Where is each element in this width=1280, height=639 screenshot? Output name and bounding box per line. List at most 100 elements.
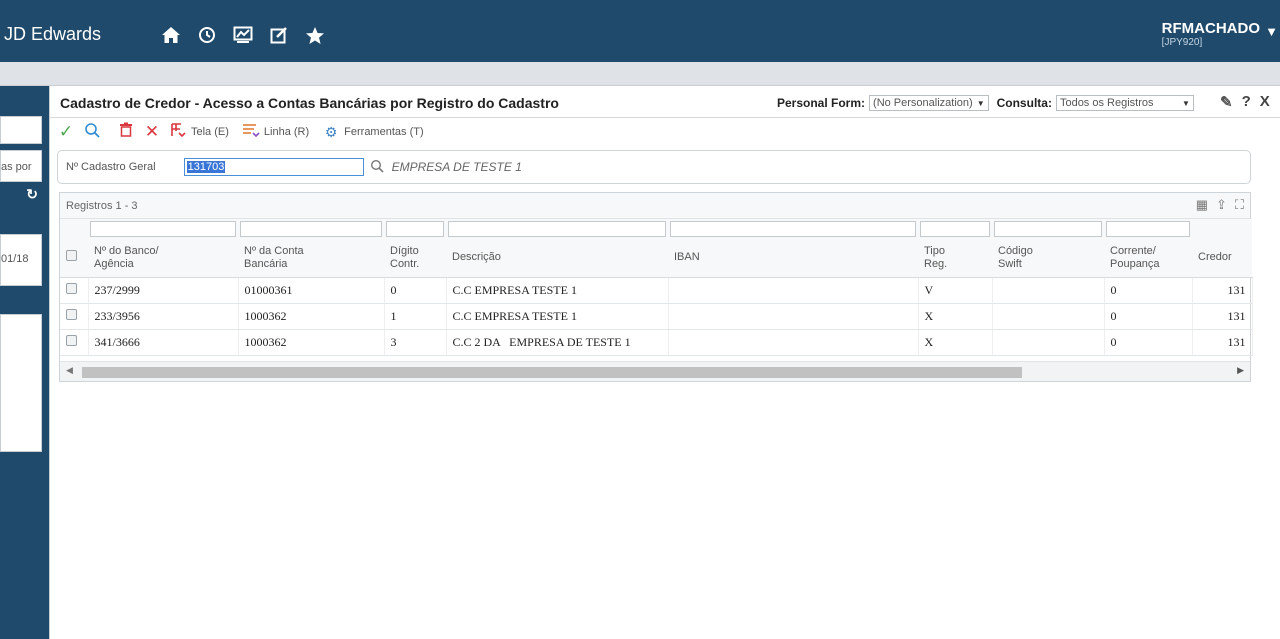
page-title: Cadastro de Credor - Acesso a Contas Ban… [60,95,559,111]
column-header[interactable]: Corrente/Poupança [1104,239,1192,278]
account-number-cell[interactable]: 1000362 [238,329,385,356]
qbe-filter-input[interactable] [1106,221,1190,237]
export-icon[interactable]: ⇪ [1216,197,1227,213]
tela-menu[interactable]: Tela (E) [168,122,229,142]
scroll-right-icon[interactable]: ▶ [1237,365,1244,376]
check-digit-cell[interactable]: 0 [384,277,447,304]
bank-agency-cell[interactable]: 341/3666 [88,329,239,356]
creditor-cell[interactable]: 131 [1192,303,1253,330]
qbe-filter-input[interactable] [994,221,1102,237]
rail-card-text[interactable]: as por [0,150,42,182]
personal-form-select[interactable]: (No Personalization) ▼ [869,95,989,111]
horizontal-scrollbar[interactable]: ◀ ▶ [60,361,1250,381]
iban-cell[interactable] [668,277,919,304]
table-row[interactable]: 233/3956 1000362 1 C.C EMPRESA TESTE 1 X… [60,303,1253,330]
pencil-icon[interactable]: ✎ [1220,93,1233,111]
account-type-cell[interactable]: 0 [1104,303,1193,330]
address-number-input[interactable]: 131703 [183,158,364,176]
record-type-cell[interactable]: X [918,329,993,356]
account-number-cell[interactable]: 1000362 [238,303,385,330]
column-header-line1: Tipo [924,244,945,257]
column-header[interactable]: Nº do Banco/Agência [88,239,238,278]
row-checkbox[interactable] [66,282,77,294]
user-name: RFMACHADO [1161,20,1260,37]
table-row[interactable]: 341/3666 1000362 3 C.C 2 DA EMPRESA DE T… [60,329,1253,356]
linha-label: Linha (R) [263,126,310,138]
dashboard-icon[interactable] [230,22,256,48]
iban-cell[interactable] [668,303,919,330]
column-header[interactable]: Dígito Contr. [384,239,446,278]
swift-code-cell[interactable] [992,329,1105,356]
column-header[interactable]: Credor [1192,239,1252,278]
check-digit-cell[interactable]: 3 [384,329,447,356]
column-header[interactable]: IBAN [668,239,918,278]
column-header[interactable]: Código Swift [992,239,1104,278]
qbe-filter-input[interactable] [240,221,382,237]
maximize-icon[interactable]: ⛶ [1235,197,1244,213]
column-header-line1: Corrente/ [1110,244,1156,257]
record-count: Registros 1 - 3 [66,200,138,212]
qbe-filter-input[interactable] [670,221,916,237]
refresh-icon[interactable]: ↻ [0,186,42,208]
swift-code-cell[interactable] [992,303,1105,330]
creditor-cell[interactable]: 131 [1192,329,1253,356]
creditor-cell[interactable]: 131 [1192,277,1253,304]
rail-card[interactable] [0,116,42,144]
account-type-cell[interactable]: 0 [1104,277,1193,304]
user-menu-caret-icon[interactable]: ▼ [1265,24,1278,39]
refresh-glyph: ↻ [26,186,38,202]
form-header: Cadastro de Credor - Acesso a Contas Ban… [50,86,1280,118]
edit-icon[interactable] [266,22,292,48]
record-type-cell[interactable]: V [918,277,993,304]
account-number-cell[interactable]: 01000361 [238,277,385,304]
column-header-line1: Credor [1198,251,1232,264]
recent-icon[interactable] [194,22,220,48]
column-header-line1: Nº do Banco/ [94,244,159,257]
help-icon[interactable]: ? [1242,93,1251,111]
delete-button[interactable] [116,122,136,142]
swift-code-cell[interactable] [992,277,1105,304]
row-checkbox[interactable] [66,334,77,346]
rail-panel [0,314,42,452]
close-icon[interactable]: X [1260,93,1270,111]
qbe-filter-input[interactable] [448,221,666,237]
favorites-icon[interactable] [302,22,328,48]
consulta-select[interactable]: Todos os Registros ▼ [1055,95,1194,111]
qbe-row [60,219,1252,239]
column-header-line1: Descrição [452,251,501,264]
account-type-cell[interactable]: 0 [1104,329,1193,356]
record-type-cell[interactable]: X [918,303,993,330]
bank-agency-cell[interactable]: 237/2999 [88,277,239,304]
linha-menu[interactable]: Linha (R) [241,122,309,142]
description-cell[interactable]: C.C EMPRESA TESTE 1 [446,277,669,304]
grid-format-icon[interactable]: ▦ [1196,197,1208,213]
ferramentas-menu[interactable]: ⚙ Ferramentas (T) [321,122,424,142]
scrollbar-thumb[interactable] [82,367,1022,378]
ok-button[interactable]: ✓ [56,122,76,142]
user-menu[interactable]: RFMACHADO [JPY920] [1162,20,1260,48]
home-icon[interactable] [158,22,184,48]
toolbar: ✓ ✕ Tela (E) Linha (R) ⚙ Ferramentas (T) [50,120,1280,144]
table-row[interactable]: 237/2999 01000361 0 C.C EMPRESA TESTE 1 … [60,277,1253,304]
search-button[interactable] [82,122,102,142]
qbe-filter-input[interactable] [90,221,236,237]
description-cell[interactable]: C.C EMPRESA TESTE 1 [446,303,669,330]
qbe-filter-input[interactable] [920,221,990,237]
select-all-checkbox[interactable] [66,250,77,262]
scroll-left-icon[interactable]: ◀ [66,365,73,376]
column-header[interactable]: Tipo Reg. [918,239,992,278]
column-header[interactable]: Nº da Conta Bancária [238,239,384,278]
qbe-filter-input[interactable] [386,221,444,237]
rail-date-card[interactable]: 01/18 [0,234,42,286]
personal-form-label: Personal Form: [777,96,866,110]
row-checkbox[interactable] [66,308,77,320]
bank-agency-cell[interactable]: 233/3956 [88,303,239,330]
grid-table: Nº do Banco/Agência Nº da Conta Bancária … [60,219,1253,356]
iban-cell[interactable] [668,329,919,356]
ferramentas-label: Ferramentas (T) [344,126,424,138]
description-cell[interactable]: C.C 2 DA EMPRESA DE TESTE 1 [446,329,669,356]
check-digit-cell[interactable]: 1 [384,303,447,330]
search-icon[interactable] [370,159,384,176]
cancel-button[interactable]: ✕ [142,122,162,142]
column-header[interactable]: Descrição [446,239,668,278]
